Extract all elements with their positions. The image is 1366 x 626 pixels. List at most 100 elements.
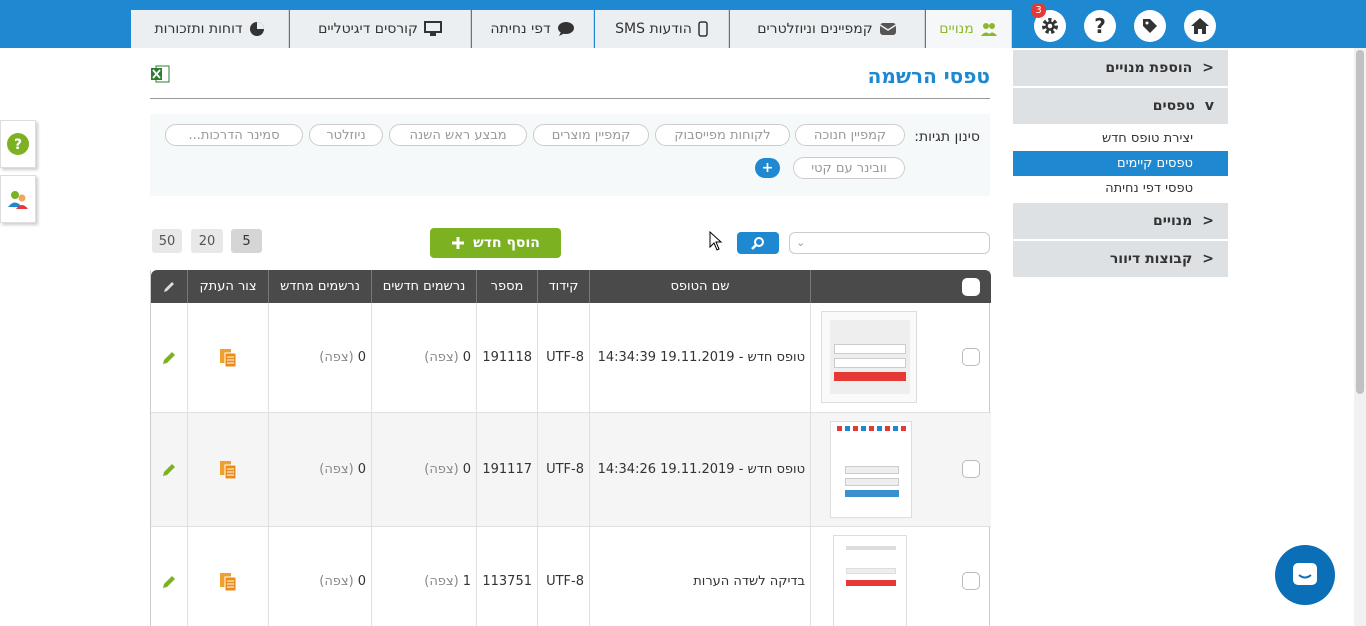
column-header-number: מספר	[476, 270, 537, 303]
page-size-50[interactable]: 50	[152, 229, 182, 253]
page-size-20[interactable]: 20	[191, 229, 223, 253]
help-tool-button[interactable]: ?	[0, 120, 36, 168]
tab-label: דפי נחיתה	[490, 21, 551, 37]
page-scrollbar[interactable]	[1354, 48, 1366, 626]
tab-label: דוחות ותזכורות	[154, 21, 243, 37]
sidebar-section-label: הוספת מנויים	[1105, 60, 1193, 76]
form-number: 113751	[476, 527, 537, 626]
edit-button[interactable]	[151, 303, 187, 412]
column-header-form-name[interactable]: שם הטופס	[589, 270, 810, 303]
home-button[interactable]	[1184, 10, 1216, 42]
view-link[interactable]: (צפה)	[424, 462, 458, 477]
tag-pill[interactable]: מבצע ראש השנה	[389, 124, 527, 146]
column-header-copy: צור העתק	[187, 270, 268, 303]
new-subscribers-cell: (צפה) 1	[371, 527, 476, 626]
tab-label: מנויים	[939, 21, 974, 37]
form-encoding: UTF-8	[537, 303, 589, 412]
row-select-cell	[810, 527, 991, 626]
sidebar-item-existing-forms[interactable]: טפסים קיימים	[1013, 151, 1228, 176]
sidebar-section-subscribers[interactable]: מנויים >	[1013, 203, 1228, 239]
pie-chart-icon	[249, 22, 264, 36]
chevron-right-icon: >	[1202, 251, 1214, 267]
monitor-icon	[423, 21, 442, 36]
column-header-new-subscribers: נרשמים חדשים	[371, 270, 476, 303]
sidebar-item-new-form[interactable]: יצירת טופס חדש	[1013, 126, 1228, 151]
form-name[interactable]: טופס חדש - 19.11.2019 14:34:39	[589, 303, 810, 412]
add-tag-button[interactable]: +	[755, 158, 780, 178]
support-agent-button[interactable]	[0, 175, 36, 223]
tab-sms[interactable]: הודעות SMS	[595, 10, 729, 48]
tab-subscribers[interactable]: מנויים	[926, 10, 1012, 48]
excel-export-button[interactable]	[150, 65, 170, 87]
view-link[interactable]: (צפה)	[319, 350, 353, 365]
resubscribed-count: 0	[357, 574, 366, 589]
resubscribed-count: 0	[357, 350, 366, 365]
sidebar-section-add-subscribers[interactable]: הוספת מנויים >	[1013, 50, 1228, 86]
edit-button[interactable]	[151, 413, 187, 526]
question-icon: ?	[1094, 14, 1106, 38]
edit-button[interactable]	[151, 527, 187, 626]
pencil-icon	[163, 575, 175, 588]
chat-icon	[557, 22, 574, 36]
question-circle-icon: ?	[7, 133, 29, 155]
tag-pill[interactable]: קמפיין חנוכה	[795, 124, 905, 146]
tab-digital-courses[interactable]: קורסים דיגיטליים	[290, 10, 471, 48]
form-name[interactable]: בדיקה לשדה הערות	[589, 527, 810, 626]
form-thumbnail[interactable]	[830, 421, 912, 518]
tag-pill[interactable]: סמינר הדרכות...	[165, 124, 303, 146]
filter-label: סינון תגיות:	[914, 129, 980, 145]
tab-campaigns[interactable]: קמפיינים וניוזלטרים	[730, 10, 925, 48]
view-link[interactable]: (צפה)	[424, 350, 458, 365]
copy-icon	[220, 572, 237, 591]
chevron-right-icon: >	[1202, 60, 1214, 76]
form-encoding: UTF-8	[537, 413, 589, 526]
row-checkbox[interactable]	[962, 572, 980, 590]
tag-icon	[1143, 19, 1157, 33]
copy-button[interactable]	[187, 527, 268, 626]
select-all-checkbox[interactable]	[962, 278, 980, 296]
copy-icon	[220, 348, 237, 367]
row-checkbox[interactable]	[962, 348, 980, 366]
gear-icon	[1042, 18, 1058, 34]
help-button[interactable]: ?	[1084, 10, 1116, 42]
form-thumbnail[interactable]	[833, 535, 907, 626]
sidebar-item-landing-forms[interactable]: טפסי דפי נחיתה	[1013, 176, 1228, 201]
search-input[interactable]: ⌄	[789, 232, 990, 254]
sidebar-section-label: מנויים	[1152, 213, 1193, 229]
view-link[interactable]: (צפה)	[319, 462, 353, 477]
chat-widget-button[interactable]	[1275, 545, 1335, 605]
tag-pill[interactable]: לקוחות מפייסבוק	[655, 124, 790, 146]
tag-pill[interactable]: קמפיין מוצרים	[533, 124, 649, 146]
view-link[interactable]: (צפה)	[319, 574, 353, 589]
column-header-encoding: קידוד	[537, 270, 589, 303]
resubscribed-count: 0	[357, 462, 366, 477]
form-thumbnail[interactable]	[821, 311, 917, 403]
scrollbar-thumb[interactable]	[1356, 50, 1364, 394]
page-size-5[interactable]: 5	[231, 229, 262, 253]
row-checkbox[interactable]	[962, 460, 980, 478]
sidebar: הוספת מנויים > טפסים v יצירת טופס חדש טפ…	[1013, 48, 1228, 279]
search-icon	[751, 237, 764, 250]
copy-button[interactable]	[187, 413, 268, 526]
add-new-button[interactable]: הוסף חדש	[430, 228, 561, 258]
pencil-icon	[163, 351, 175, 364]
view-link[interactable]: (צפה)	[424, 574, 458, 589]
row-select-cell	[810, 303, 991, 412]
sidebar-section-mailing-groups[interactable]: קבוצות דיוור >	[1013, 241, 1228, 277]
tag-pill[interactable]: ניוזלטר	[309, 124, 383, 146]
sidebar-section-label: קבוצות דיוור	[1109, 251, 1193, 267]
search-button[interactable]	[737, 232, 779, 254]
tag-pill[interactable]: וובינר עם קטי	[793, 157, 905, 179]
svg-text:?: ?	[14, 137, 22, 153]
copy-icon	[220, 460, 237, 479]
tab-landing-pages[interactable]: דפי נחיתה	[472, 10, 594, 48]
sidebar-section-forms[interactable]: טפסים v	[1013, 88, 1228, 124]
tab-reports[interactable]: דוחות ותזכורות	[131, 10, 289, 48]
select-all-header	[810, 270, 991, 303]
envelope-icon	[879, 23, 897, 35]
new-subscribers-count: 1	[462, 574, 471, 589]
copy-button[interactable]	[187, 303, 268, 412]
form-name[interactable]: טופס חדש - 19.11.2019 14:34:26	[589, 413, 810, 526]
tags-button[interactable]	[1134, 10, 1166, 42]
table-header: צור העתק נרשמים מחדש נרשמים חדשים מספר ק…	[151, 270, 991, 303]
